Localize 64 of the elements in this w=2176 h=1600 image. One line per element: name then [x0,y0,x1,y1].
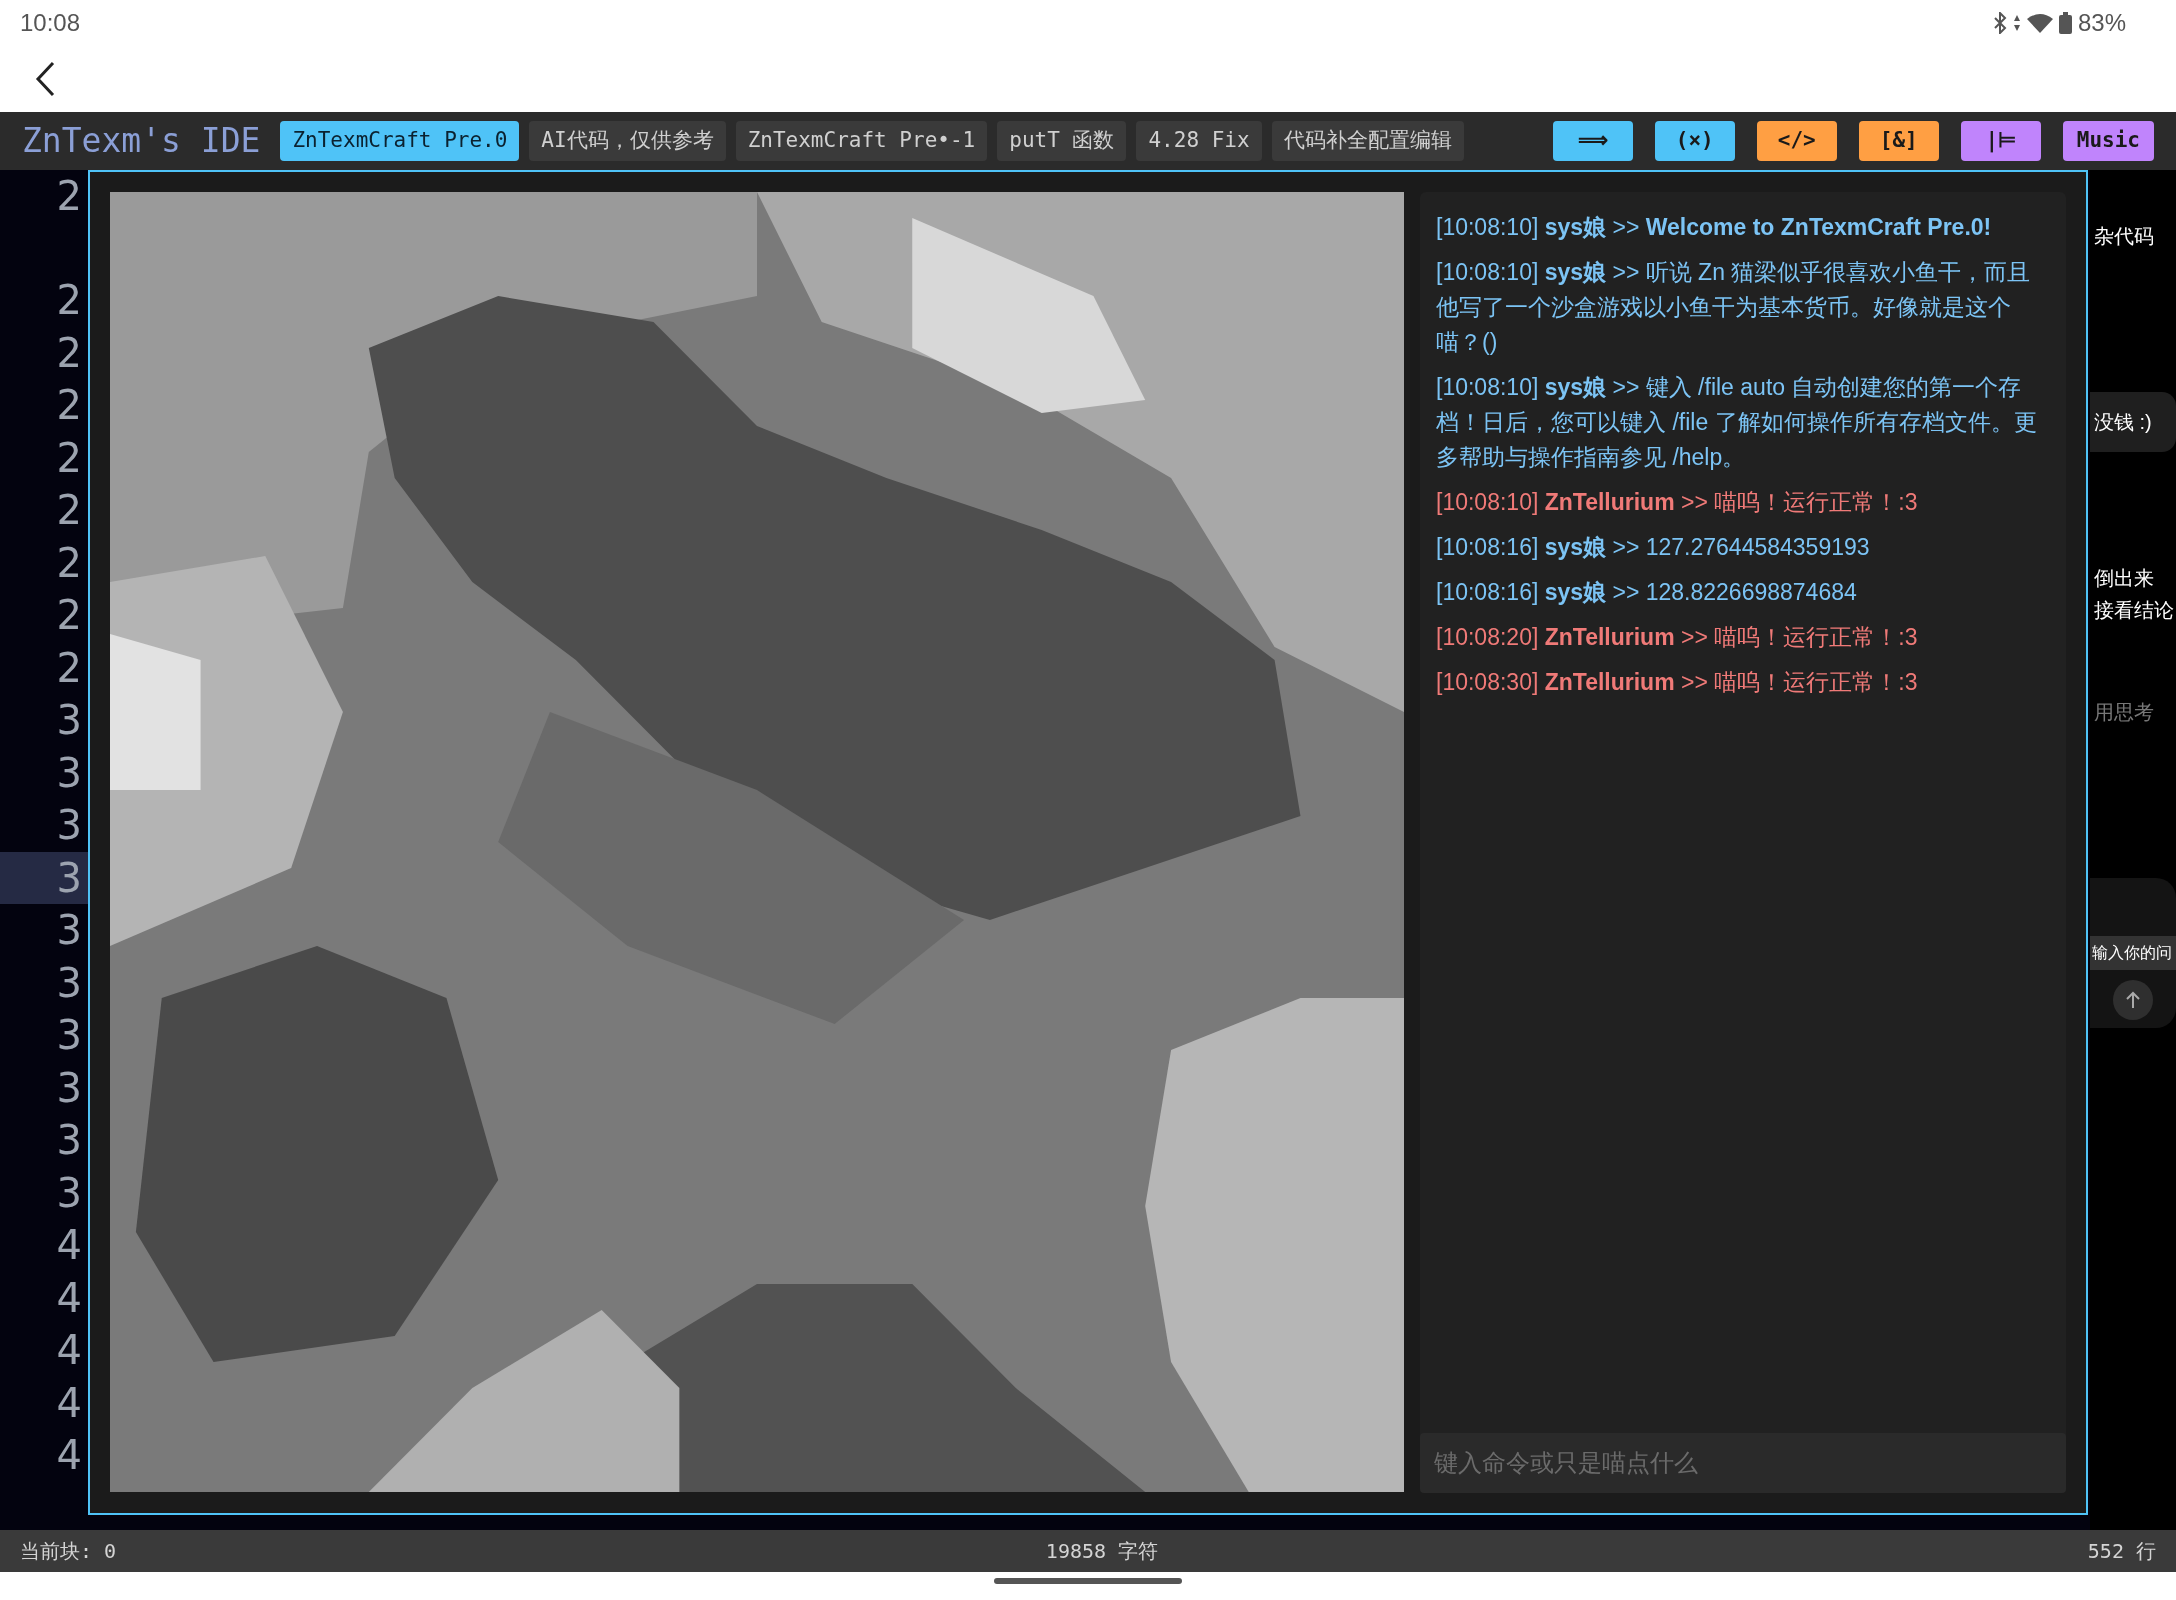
question-input[interactable]: 输入你的问 [2090,936,2176,970]
line-number: 3 [56,958,82,1008]
line-number: 2 [56,328,82,378]
chat-message: [10:08:20] ZnTellurium >> 喵呜！运行正常！:3 [1436,623,1919,652]
battery-icon [2058,11,2072,34]
line-number: 2 [56,381,82,431]
line-number: 2 [56,643,82,693]
editor-tab[interactable]: putT 函数 [997,121,1127,161]
line-number: 3 [56,853,82,903]
toolbar-button[interactable]: [&] [1858,121,1939,161]
line-number: 3 [56,696,82,746]
toolbar-button[interactable]: Music [2062,121,2154,161]
toolbar-button[interactable]: ⟹ [1552,121,1633,161]
chat-message: [10:08:10] sys娘 >> Welcome to ZnTexmCraft Pre.0! [1436,213,1993,242]
send-button[interactable] [2113,980,2153,1020]
bluetooth-icon [1992,11,2007,34]
side-text: 杂代码 [2093,224,2155,249]
line-number: 3 [56,1063,82,1113]
editor-tab[interactable]: ZnTexmCraft Pre•-1 [735,121,988,161]
chat-message: [10:08:30] ZnTellurium >> 喵呜！运行正常！:3 [1436,668,1919,697]
data-arrows-icon [2012,13,2021,32]
line-number: 3 [56,801,82,851]
toolbar-button[interactable]: (×) [1654,121,1735,161]
line-number: 3 [56,748,82,798]
chat-message: [10:08:16] sys娘 >> 127.27644584359193 [1436,533,1871,562]
clock-time: 10:08 [20,7,81,38]
line-number: 4 [56,1378,82,1428]
side-text: 倒出来 [2093,566,2155,591]
chat-message: [10:08:10] ZnTellurium >> 喵呜！运行正常！:3 [1436,488,1919,517]
line-number: 4 [56,1431,82,1481]
line-number: 3 [56,1168,82,1218]
line-number: 3 [56,906,82,956]
editor-tab[interactable]: 4.28 Fix [1136,121,1262,161]
side-text: 接看结论 [2093,598,2175,623]
command-input[interactable]: 键入命令或只是喵点什么 [1420,1433,2066,1493]
editor-tab[interactable]: AI代码，仅供参考 [529,121,726,161]
back-chevron-icon [35,60,55,97]
message-bubble: 没钱 :) [2090,392,2176,452]
editor-tab[interactable]: ZnTexmCraft Pre.0 [280,121,520,161]
line-number: 2 [56,276,82,326]
editor-tab[interactable]: 代码补全配置编辑 [1271,121,1464,161]
line-count: 552 行 [2087,1538,2156,1565]
toolbar-button[interactable]: </> [1756,121,1837,161]
chat-message: [10:08:10] sys娘 >> 键入 /file auto 自动创建您的第一个存档！日后，您可以键入 /file 了解如何操作所有存档文件。更多帮助与操作指南参见 /help。 [1436,373,2038,472]
line-number: 4 [56,1221,82,1271]
chat-message: [10:08:16] sys娘 >> 128.8226698874684 [1436,578,1858,607]
battery-percent: 83% [2077,7,2126,38]
side-text: 用思考 [2093,700,2155,725]
line-number: 3 [56,1011,82,1061]
up-arrow-icon [2125,991,2141,1009]
line-number: 2 [56,486,82,536]
line-number: 2 [56,538,82,588]
line-number: 2 [56,172,82,221]
chat-message: [10:08:10] sys娘 >> 听说 Zn 猫梁似乎很喜欢小鱼干，而且他写了一个沙盒游戏以小鱼干为基本货币。好像就是这个喵？() [1436,258,2032,357]
char-count: 19858 字符 [1045,1538,1159,1565]
current-block-label: 当前块: 0 [20,1538,117,1565]
line-number: 3 [56,1116,82,1166]
line-number: 4 [56,1273,82,1323]
line-number: 2 [56,591,82,641]
ide-title: ZnTexm's IDE [22,120,261,163]
line-number: 4 [56,1326,82,1376]
wifi-icon [2026,12,2053,33]
line-number: 2 [56,433,82,483]
toolbar-button[interactable]: |⊨ [1960,121,2041,161]
